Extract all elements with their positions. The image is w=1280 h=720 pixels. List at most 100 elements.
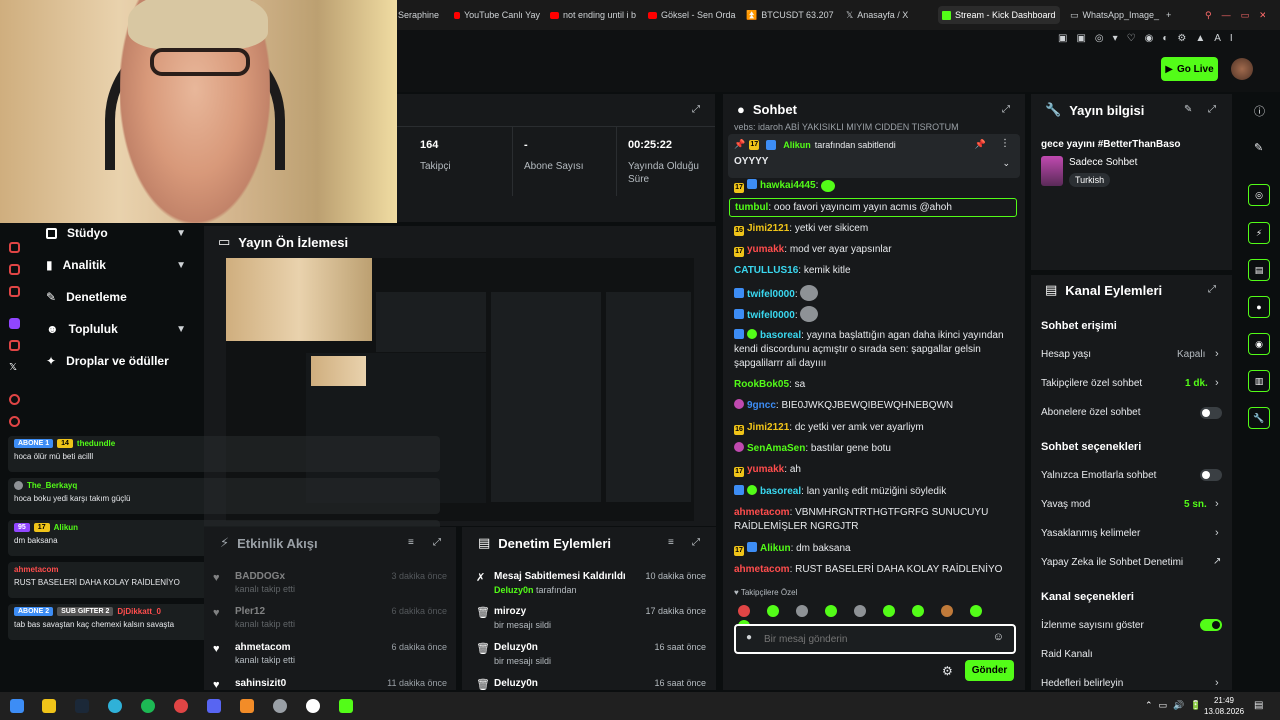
chat-username[interactable]: yumakk [747, 244, 784, 255]
file-explorer-icon[interactable] [42, 699, 56, 713]
app-icon[interactable] [273, 699, 287, 713]
spotify-icon[interactable] [141, 699, 155, 713]
chat-username[interactable]: SenAmaSen [747, 443, 805, 454]
chat-username[interactable]: Jimi2121 [747, 422, 789, 433]
raid-channel-label[interactable]: Raid Kanalı [1041, 649, 1093, 660]
edge-icon[interactable] [108, 699, 122, 713]
chevron-right-icon[interactable]: › [1215, 677, 1219, 689]
info-icon[interactable]: ⓘ [1254, 103, 1265, 119]
toolbar-button[interactable]: ▥ [1248, 370, 1270, 392]
toolbar-button[interactable]: 🔧 [1248, 407, 1270, 429]
emote-icon[interactable] [796, 605, 808, 617]
toolbar-button[interactable]: ◎ [1248, 184, 1270, 206]
pin-icon[interactable]: 📌 [975, 139, 986, 150]
clock[interactable]: 21:49 13.08.2026 [1204, 695, 1244, 717]
browser-tab[interactable]: ⏫ BTCUSDT 63.207, [746, 6, 834, 24]
chat-username[interactable]: yumakk [747, 464, 784, 475]
app-icon[interactable] [339, 699, 353, 713]
emoji-icon[interactable]: ☺ [993, 631, 1004, 643]
banned-words-label[interactable]: Yasaklanmış kelimeler [1041, 528, 1140, 539]
opera-icon[interactable] [174, 699, 188, 713]
filter-icon[interactable]: ≡ [668, 537, 674, 548]
expand-icon[interactable]: ⤢ [692, 537, 700, 548]
discord-icon[interactable] [207, 699, 221, 713]
chat-username[interactable]: 9gncc [747, 400, 776, 411]
chat-input-box[interactable]: ● ☺ [734, 624, 1016, 654]
emote-icon[interactable] [883, 605, 895, 617]
toolbar-button[interactable]: ◉ [1248, 333, 1270, 355]
chat-username[interactable]: tumbul [735, 202, 768, 213]
subscribers-chat-toggle[interactable] [1200, 407, 1222, 419]
extension-icons[interactable]: ▣▣◎▾♡◉◐⚙▲AI [1058, 33, 1258, 44]
chevron-right-icon[interactable]: › [1215, 527, 1219, 539]
chat-username[interactable]: ahmetacom [734, 507, 790, 518]
chevron-right-icon[interactable]: › [1215, 498, 1219, 510]
chat-input[interactable] [764, 631, 984, 647]
toolbar-button[interactable]: ⚡ [1248, 222, 1270, 244]
pinned-message[interactable]: 📌 17 Alikun tarafından sabitlendi OYYYY 📌 ⋮… [728, 134, 1020, 178]
browser-tab[interactable]: ▭ WhatsApp_Image_ [1070, 6, 1160, 24]
twitch-icon[interactable] [9, 318, 20, 329]
browser-tab[interactable]: 𝕏 Anasayfa / X [846, 6, 934, 24]
emote-bar[interactable] [738, 605, 1018, 632]
obs-icon[interactable] [306, 699, 320, 713]
filter-icon[interactable]: ≡ [408, 537, 414, 548]
edit-icon[interactable]: ✎ [1254, 141, 1263, 154]
rail-icon[interactable] [9, 394, 20, 405]
chat-username[interactable]: Alikun [760, 543, 791, 554]
set-goals-label[interactable]: Hedefleri belirleyin [1041, 678, 1123, 689]
rail-icon[interactable] [9, 242, 20, 253]
browser-tab[interactable]: YouTube Canlı Yay [454, 6, 540, 24]
expand-icon[interactable]: ⤢ [1002, 104, 1010, 115]
chat-username[interactable]: basoreal [760, 330, 801, 341]
chat-username[interactable]: twifel0000 [747, 310, 795, 321]
notification-icon[interactable]: ▤ [1254, 700, 1263, 711]
chevron-down-icon[interactable]: ⌄ [1002, 158, 1010, 169]
chat-username[interactable]: basoreal [760, 486, 801, 497]
show-viewers-toggle[interactable] [1200, 619, 1222, 631]
chat-username[interactable]: RookBok05 [734, 379, 789, 390]
chat-username[interactable]: hawkai4445 [760, 180, 816, 191]
system-tray-icons[interactable]: ⌃▭🔊🔋 [1145, 700, 1207, 711]
emote-icon[interactable] [970, 605, 982, 617]
send-button[interactable]: Gönder [965, 660, 1014, 681]
browser-tab-active[interactable]: Stream - Kick Dashboard [938, 6, 1060, 24]
slow-mode-label[interactable]: Yavaş mod [1041, 499, 1090, 510]
window-controls[interactable]: ⚲—▭✕ [1205, 6, 1265, 24]
chat-username[interactable]: twifel0000 [747, 289, 795, 300]
emote-icon[interactable] [912, 605, 924, 617]
rail-icon[interactable] [9, 286, 20, 297]
avatar[interactable] [1231, 58, 1253, 80]
emote-icon[interactable] [854, 605, 866, 617]
emote-icon[interactable] [767, 605, 779, 617]
expand-icon[interactable]: ⤢ [692, 104, 700, 115]
browser-tab[interactable]: Seraphine [398, 6, 446, 24]
emote-icon[interactable] [738, 605, 750, 617]
steam-icon[interactable] [75, 699, 89, 713]
chevron-right-icon[interactable]: › [1215, 377, 1219, 389]
expand-icon[interactable]: ⤢ [1208, 284, 1216, 295]
category-name[interactable]: Sadece Sohbet [1069, 157, 1137, 168]
gear-icon[interactable]: ⚙ [942, 664, 953, 678]
more-icon[interactable]: ⋮ [1000, 138, 1010, 149]
rail-icon[interactable] [9, 340, 20, 351]
rail-icon[interactable] [9, 264, 20, 275]
windows-start-icon[interactable] [10, 699, 24, 713]
browser-tab[interactable]: Göksel - Sen Orda [648, 6, 736, 24]
edit-icon[interactable]: ✎ [1184, 104, 1192, 115]
expand-icon[interactable]: ⤢ [1208, 104, 1216, 115]
chat-username[interactable]: Jimi2121 [747, 223, 789, 234]
browser-tab[interactable]: not ending until i b [550, 6, 638, 24]
emote-icon[interactable] [941, 605, 953, 617]
followers-chat-label[interactable]: Takipçilere özel sohbet [1041, 378, 1142, 389]
soundcloud-icon[interactable] [240, 699, 254, 713]
nav-analytics[interactable]: ▮ Analitik ▼ [46, 258, 196, 272]
emote-only-toggle[interactable] [1200, 469, 1222, 481]
nav-moderation[interactable]: ✎ Denetleme [46, 290, 196, 304]
external-link-icon[interactable]: ↗ [1213, 556, 1221, 567]
account-age-label[interactable]: Hesap yaşı [1041, 349, 1091, 360]
nav-studio[interactable]: Stüdyo ▼ [46, 226, 196, 240]
rail-icon[interactable] [9, 416, 20, 427]
chat-username[interactable]: ahmetacom [734, 564, 790, 575]
expand-icon[interactable]: ⤢ [433, 537, 441, 548]
